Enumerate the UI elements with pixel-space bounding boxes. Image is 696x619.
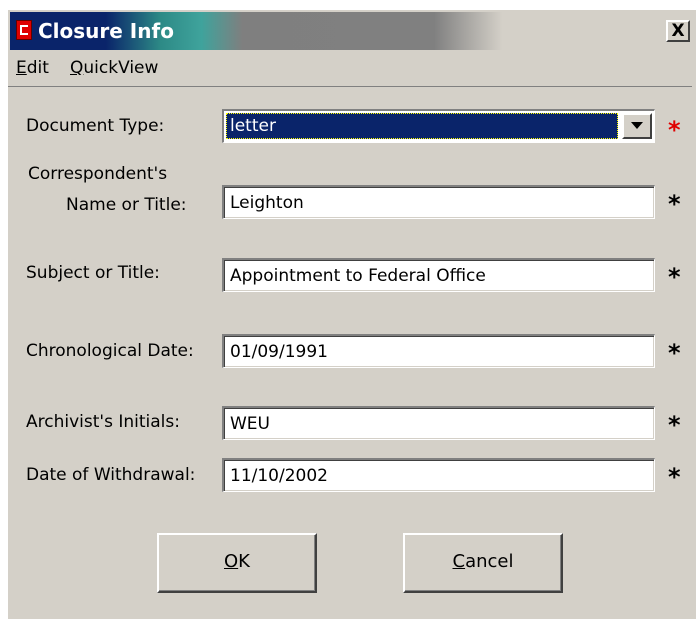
withdrawal-date-label: Date of Withdrawal: <box>26 465 196 485</box>
closure-info-dialog: Closure Info X Edit QuickView Document T… <box>6 8 696 619</box>
required-marker: * <box>668 263 681 291</box>
archivist-initials-input[interactable]: WEU <box>222 406 655 440</box>
title-bar[interactable]: Closure Info X <box>10 12 694 50</box>
menu-edit[interactable]: Edit <box>16 58 49 78</box>
required-marker: * <box>668 463 681 491</box>
ok-mnemonic: O <box>224 551 239 572</box>
required-marker: * <box>668 411 681 439</box>
chronological-date-label: Chronological Date: <box>26 341 194 361</box>
ok-label: K <box>238 551 250 572</box>
correspondent-input[interactable]: Leighton <box>222 185 655 219</box>
correspondent-label-line2: Name or Title: <box>66 195 187 215</box>
menu-edit-label: dit <box>26 58 49 78</box>
withdrawal-date-value: 11/10/2002 <box>230 466 328 486</box>
required-marker: * <box>668 190 681 218</box>
menu-quickview-mnemonic: Q <box>70 58 84 78</box>
menu-edit-mnemonic: E <box>16 58 27 78</box>
archivist-initials-value: WEU <box>230 414 270 434</box>
document-type-selected-value: letter <box>226 113 618 139</box>
chronological-date-input[interactable]: 01/09/1991 <box>222 334 655 368</box>
app-icon <box>16 20 32 40</box>
correspondent-value: Leighton <box>230 193 304 213</box>
archivist-initials-label: Archivist's Initials: <box>26 412 180 432</box>
chronological-date-value: 01/09/1991 <box>230 342 328 362</box>
correspondent-label-line1: Correspondent's <box>28 164 168 184</box>
document-type-value-text: letter <box>230 116 276 136</box>
subject-label: Subject or Title: <box>26 263 160 283</box>
document-type-select[interactable]: letter <box>222 109 655 143</box>
window-title: Closure Info <box>38 19 174 43</box>
menu-quickview-label: uickView <box>83 58 159 78</box>
dropdown-arrow-icon[interactable] <box>622 113 652 139</box>
withdrawal-date-input[interactable]: 11/10/2002 <box>222 458 655 492</box>
document-type-label: Document Type: <box>26 116 165 136</box>
cancel-label: ancel <box>465 551 514 572</box>
required-marker: * <box>668 339 681 367</box>
required-marker: * <box>668 116 681 144</box>
cancel-mnemonic: C <box>452 551 466 572</box>
ok-button[interactable]: OK <box>157 533 317 593</box>
menu-quickview[interactable]: QuickView <box>70 58 158 78</box>
cancel-button[interactable]: Cancel <box>403 533 563 593</box>
close-button[interactable]: X <box>666 20 690 42</box>
subject-value: Appointment to Federal Office <box>230 266 486 286</box>
subject-input[interactable]: Appointment to Federal Office <box>222 258 655 292</box>
menu-bar: Edit QuickView <box>8 54 692 87</box>
